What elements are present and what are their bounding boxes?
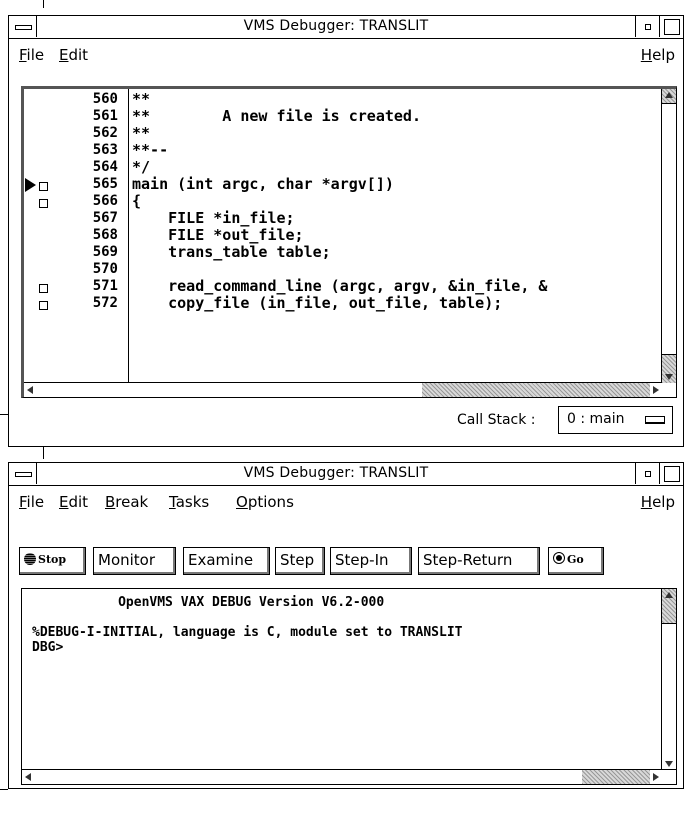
source-line[interactable]: main (int argc, char *argv[]): [132, 176, 394, 193]
breakpoint-toggle[interactable]: [39, 199, 48, 208]
step-button[interactable]: Step: [275, 547, 325, 575]
menu-edit[interactable]: Edit: [59, 39, 88, 71]
horizontal-scrollbar[interactable]: [22, 769, 662, 784]
control-menubar: File Edit Break Tasks Options Help: [9, 486, 683, 518]
breakpoint-toggle[interactable]: [39, 182, 48, 191]
window-menu-icon[interactable]: [9, 463, 37, 484]
source-window-titlebar[interactable]: VMS Debugger: TRANSLIT: [9, 16, 683, 39]
go-button[interactable]: Go: [548, 547, 604, 575]
window-menu-icon[interactable]: [9, 16, 37, 37]
menu-edit[interactable]: Edit: [59, 486, 88, 518]
scroll-down-icon[interactable]: [665, 374, 673, 380]
scroll-trough[interactable]: [582, 770, 650, 784]
control-window: VMS Debugger: TRANSLIT File Edit Break T…: [8, 462, 684, 789]
menu-help[interactable]: Help: [641, 39, 675, 71]
window-title: VMS Debugger: TRANSLIT: [243, 18, 429, 34]
menu-options[interactable]: Options: [236, 486, 294, 518]
source-line[interactable]: FILE *out_file;: [132, 227, 303, 244]
console-line: %DEBUG-I-INITIAL, language is C, module …: [32, 625, 463, 640]
stop-button[interactable]: Stop: [19, 547, 86, 575]
source-line[interactable]: copy_file (in_file, out_file, table);: [132, 295, 502, 312]
console-line: OpenVMS VAX DEBUG Version V6.2-000: [32, 595, 385, 610]
menu-file[interactable]: File: [19, 39, 44, 71]
scroll-thumb[interactable]: [662, 623, 676, 770]
line-number-gutter: 560 561 562 563 564 565 566 567 568 569 570 571 572: [24, 89, 129, 397]
scroll-down-icon[interactable]: [665, 761, 673, 767]
source-line[interactable]: read_command_line (argc, argv, &in_file,…: [132, 278, 547, 295]
line-number: 562: [92, 125, 118, 141]
examine-button[interactable]: Examine: [183, 547, 270, 575]
current-line-arrow-icon: [25, 178, 36, 192]
source-line[interactable]: **: [132, 91, 150, 108]
line-number: 567: [92, 210, 118, 226]
call-stack-dropdown[interactable]: 0 : main: [558, 406, 673, 434]
source-line[interactable]: trans_table table;: [132, 244, 331, 261]
maximize-icon[interactable]: [659, 463, 683, 484]
desktop-frame-line: [0, 789, 8, 790]
line-number: 561: [92, 108, 118, 124]
control-window-titlebar[interactable]: VMS Debugger: TRANSLIT: [9, 463, 683, 486]
toolbar: Stop Monitor Examine Step Step-In Step-R…: [19, 547, 679, 577]
console-pane[interactable]: OpenVMS VAX DEBUG Version V6.2-000 %DEBUG…: [21, 588, 677, 785]
desktop-frame-line: [0, 414, 8, 415]
source-line[interactable]: **: [132, 125, 150, 142]
scroll-thumb[interactable]: [662, 103, 676, 355]
dropdown-icon: [645, 416, 665, 424]
menu-file[interactable]: File: [19, 486, 44, 518]
line-number: 568: [92, 227, 118, 243]
line-number: 560: [92, 91, 118, 107]
line-number: 569: [92, 244, 118, 260]
scroll-up-icon[interactable]: [665, 92, 673, 98]
menu-help[interactable]: Help: [641, 486, 675, 518]
line-number: 566: [92, 193, 118, 209]
source-window: VMS Debugger: TRANSLIT File Edit Help 56…: [8, 15, 684, 447]
source-line[interactable]: ** A new file is created.: [132, 108, 421, 125]
source-menubar: File Edit Help: [9, 39, 683, 71]
monitor-button[interactable]: Monitor: [93, 547, 176, 575]
scroll-left-icon[interactable]: [27, 386, 33, 394]
step-return-button[interactable]: Step-Return: [418, 547, 540, 575]
source-line[interactable]: **--: [132, 142, 168, 159]
menu-tasks[interactable]: Tasks: [169, 486, 209, 518]
line-number: 563: [92, 142, 118, 158]
scroll-right-icon[interactable]: [653, 773, 659, 781]
step-in-button[interactable]: Step-In: [330, 547, 412, 575]
line-number: 571: [92, 278, 118, 294]
minimize-icon[interactable]: [635, 463, 659, 484]
horizontal-scrollbar[interactable]: [24, 382, 662, 397]
source-line[interactable]: */: [132, 159, 150, 176]
vertical-scrollbar[interactable]: [661, 89, 676, 383]
source-line[interactable]: FILE *in_file;: [132, 210, 294, 227]
call-stack-label: Call Stack :: [457, 412, 536, 428]
line-number: 565: [92, 176, 118, 192]
scroll-trough[interactable]: [422, 383, 650, 397]
breakpoint-toggle[interactable]: [39, 301, 48, 310]
maximize-icon[interactable]: [659, 16, 683, 37]
line-number: 570: [92, 261, 118, 277]
source-line[interactable]: {: [132, 193, 141, 210]
window-title: VMS Debugger: TRANSLIT: [243, 465, 429, 481]
source-code-pane[interactable]: 560 561 562 563 564 565 566 567 568 569 570 571 572 …: [21, 86, 677, 398]
minimize-icon[interactable]: [635, 16, 659, 37]
console-line: DBG>: [32, 640, 64, 655]
line-number: 564: [92, 159, 118, 175]
menu-break[interactable]: Break: [105, 486, 148, 518]
stop-icon: [24, 553, 36, 565]
call-stack-value: 0 : main: [567, 411, 625, 427]
go-icon: [553, 552, 565, 564]
desktop-frame-line: [43, 0, 44, 8]
scroll-right-icon[interactable]: [653, 386, 659, 394]
desktop-frame-line: [43, 445, 44, 459]
scroll-left-icon[interactable]: [25, 773, 31, 781]
scroll-up-icon[interactable]: [665, 592, 673, 598]
vertical-scrollbar[interactable]: [661, 589, 676, 770]
breakpoint-toggle[interactable]: [39, 284, 48, 293]
line-number: 572: [92, 295, 118, 311]
